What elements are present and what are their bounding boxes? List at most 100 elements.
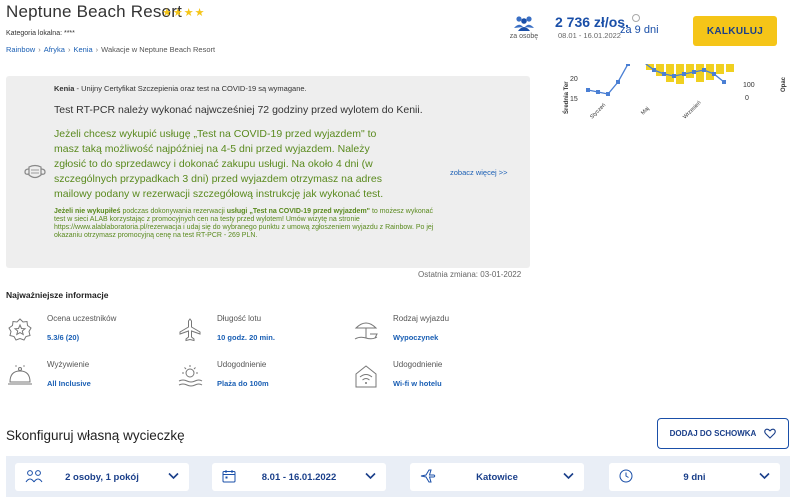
dates-value: 8.01 - 16.01.2022 bbox=[261, 471, 337, 483]
see-more-link[interactable]: zobacz więcej >> bbox=[450, 168, 508, 177]
per-person-label: za osobę bbox=[509, 33, 539, 40]
info-wifi-title: Udogodnienie bbox=[393, 360, 443, 369]
chart-bar bbox=[666, 64, 674, 82]
chevron-down-icon bbox=[759, 472, 770, 480]
info-icon[interactable] bbox=[631, 14, 640, 22]
chart-ytick-right-0: 0 bbox=[745, 95, 749, 102]
info-wifi-value[interactable]: Wi-fi w hotelu bbox=[393, 379, 442, 388]
wifi-house-icon bbox=[355, 365, 377, 388]
climate-chart: Średnia Ter 20 15 100 0 Opac Styczeń Maj… bbox=[560, 57, 790, 130]
chart-point bbox=[616, 80, 620, 84]
hotel-title: Neptune Beach Resort bbox=[6, 2, 182, 21]
info-board: Wyżywienie All Inclusive bbox=[6, 360, 166, 396]
chart-xlabel-may: Maj bbox=[640, 106, 651, 117]
chart-ytick-15: 15 bbox=[570, 96, 578, 103]
chart-bar bbox=[726, 64, 734, 72]
info-trip-type: Rodzaj wyjazdu Wypoczynek bbox=[352, 314, 512, 350]
chevron-right-icon: › bbox=[38, 45, 41, 54]
dates-select[interactable]: 8.01 - 16.01.2022 bbox=[212, 463, 386, 491]
add-to-clipboard-label: DODAJ DO SCHOWKA bbox=[669, 429, 757, 438]
covid-small-bold-2: usługi „Test na COVID-19 przed wyjazdem" bbox=[226, 208, 370, 215]
food-cloche-icon bbox=[8, 365, 32, 385]
chart-ylabel-left: Średnia Ter bbox=[563, 81, 570, 114]
departure-select[interactable]: Katowice bbox=[410, 463, 584, 491]
covid-headline: Kenia - Unijny Certyfikat Szczepienia or… bbox=[54, 84, 307, 93]
calculate-button[interactable]: KALKULUJ bbox=[693, 16, 777, 46]
covid-small-mid: podczas dokonywania rezerwacji bbox=[120, 208, 227, 215]
info-trip-type-value: Wypoczynek bbox=[393, 333, 439, 342]
chevron-right-icon: › bbox=[67, 45, 71, 54]
info-flight-title: Długość lotu bbox=[217, 314, 262, 323]
info-rating: Ocena uczestników 5.3/6 (20) bbox=[6, 314, 166, 350]
duration-select[interactable]: 9 dni bbox=[609, 463, 780, 491]
chart-point bbox=[722, 80, 726, 84]
chevron-down-icon bbox=[563, 472, 574, 480]
covid-rt-pcr-text: Test RT-PCR należy wykonać najwcześniej … bbox=[54, 104, 423, 116]
chart-point bbox=[662, 72, 666, 76]
info-board-value[interactable]: All Inclusive bbox=[47, 379, 91, 388]
covid-small-bold-1: Jeżeli nie wykupiłeś bbox=[54, 208, 121, 215]
chart-xlabel-jan: Styczeń bbox=[589, 102, 607, 120]
chart-point bbox=[606, 92, 610, 96]
persons-value: 2 osoby, 1 pokój bbox=[65, 471, 139, 483]
configurator-title: Skonfiguruj własną wycieczkę bbox=[6, 428, 185, 443]
configurator-bar: 2 osoby, 1 pokój 8.01 - 16.01.2022 Katow… bbox=[6, 456, 790, 497]
chart-point bbox=[626, 62, 630, 66]
covid-alab-text: Jeżeli nie wykupiłeś podczas dokonywania… bbox=[54, 208, 434, 240]
breadcrumb-current: Wakacje w Neptune Beach Resort bbox=[101, 45, 216, 54]
duration-value: 9 dni bbox=[683, 471, 706, 483]
covid-test-purchase-text: Jeżeli chcesz wykupić usługę „Test na CO… bbox=[54, 128, 384, 200]
info-rating-title: Ocena uczestników bbox=[47, 314, 117, 323]
info-wifi: Udogodnienie Wi-fi w hotelu bbox=[352, 360, 512, 396]
covid-country: Kenia bbox=[54, 84, 75, 93]
covid-info-box: Kenia - Unijny Certyfikat Szczepienia or… bbox=[6, 76, 530, 268]
chart-point bbox=[596, 90, 600, 94]
chart-point bbox=[672, 74, 676, 78]
breadcrumb-kenya[interactable]: Kenia bbox=[73, 45, 92, 54]
chart-point bbox=[586, 88, 590, 92]
chart-ytick-right-100: 100 bbox=[743, 82, 755, 89]
chart-ylabel-right: Opac bbox=[781, 76, 787, 92]
hotel-stars: ★★★★ bbox=[162, 7, 206, 19]
chart-bar bbox=[696, 64, 704, 82]
chart-point bbox=[692, 70, 696, 74]
chart-point bbox=[652, 68, 656, 72]
info-rating-value[interactable]: 5.3/6 (20) bbox=[47, 333, 79, 342]
plane-icon bbox=[179, 318, 201, 342]
local-category: Kategoria lokalna: **** bbox=[6, 30, 75, 37]
people-icon bbox=[514, 16, 534, 31]
chart-point bbox=[712, 72, 716, 76]
beach-umbrella-icon bbox=[354, 322, 378, 340]
info-flight-value: 10 godz. 20 min. bbox=[217, 333, 275, 342]
chart-ytick-20: 20 bbox=[570, 76, 578, 83]
per-person-toggle[interactable]: za osobę bbox=[504, 15, 544, 40]
breadcrumb-rainbow[interactable]: Rainbow bbox=[6, 45, 35, 54]
breadcrumb: Rainbow › Afryka › Kenia › Wakacje w Neptune B… bbox=[6, 45, 215, 54]
rating-badge-icon bbox=[8, 318, 32, 341]
chart-point bbox=[702, 68, 706, 72]
price-dates: 08.01 - 16.01.2022 bbox=[558, 31, 621, 40]
beach-sun-icon bbox=[178, 365, 203, 387]
price-value: 2 736 zł/os. bbox=[555, 14, 629, 30]
covid-requirements: - Unijny Certyfikat Szczepienia oraz tes… bbox=[74, 84, 307, 93]
page-header: Neptune Beach Resort ★★★★ Kategoria loka… bbox=[0, 0, 790, 64]
chart-point bbox=[682, 72, 686, 76]
face-mask-icon bbox=[24, 164, 46, 179]
info-trip-type-title: Rodzaj wyjazdu bbox=[393, 314, 450, 323]
chevron-down-icon bbox=[168, 472, 179, 480]
add-to-clipboard-button[interactable]: DODAJ DO SCHOWKA bbox=[657, 418, 789, 449]
info-beach-value[interactable]: Plaża do 100m bbox=[217, 379, 269, 388]
info-flight: Długość lotu 10 godz. 20 min. bbox=[176, 314, 336, 350]
last-change-date: Ostatnia zmiana: 03-01-2022 bbox=[418, 270, 522, 279]
info-board-title: Wyżywienie bbox=[47, 360, 90, 369]
chart-xlabel-sep: Wrzesień bbox=[682, 100, 702, 120]
climate-chart-svg: Średnia Ter 20 15 100 0 Opac Styczeń Maj… bbox=[563, 57, 787, 120]
chevron-down-icon bbox=[365, 472, 376, 480]
chart-bar bbox=[716, 64, 724, 74]
persons-select[interactable]: 2 osoby, 1 pokój bbox=[15, 463, 189, 491]
days-label: za 9 dni bbox=[620, 24, 659, 36]
info-beach-title: Udogodnienie bbox=[217, 360, 267, 369]
heart-icon bbox=[764, 428, 777, 439]
breadcrumb-africa[interactable]: Afryka bbox=[44, 45, 65, 54]
info-beach: Udogodnienie Plaża do 100m bbox=[176, 360, 336, 396]
